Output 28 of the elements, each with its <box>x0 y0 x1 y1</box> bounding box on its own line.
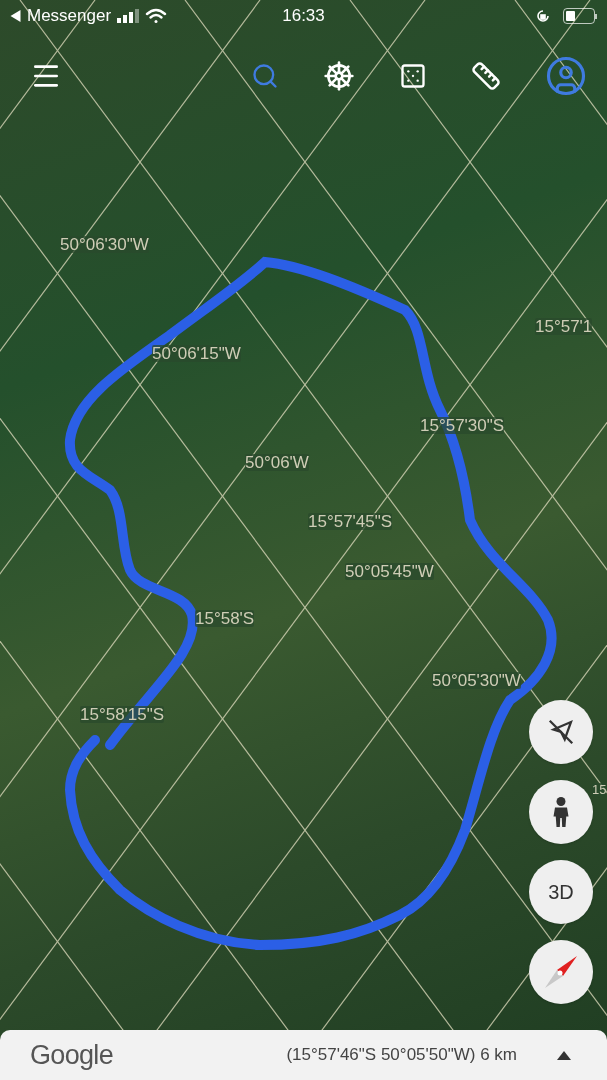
google-logo: Google <box>30 1038 113 1072</box>
back-app-label[interactable]: Messenger <box>27 3 112 29</box>
ruler-button[interactable] <box>471 61 501 91</box>
grid-coordinate-label: 15°58'15"S <box>80 706 165 723</box>
expand-up-icon <box>557 1050 571 1060</box>
person-icon <box>552 797 570 827</box>
grid-coordinate-label: 50°05'45"W <box>345 563 434 580</box>
grid-coordinate-label: 15°58'S <box>195 610 255 627</box>
dice-button[interactable] <box>399 62 427 90</box>
clock-time: 16:33 <box>282 5 325 28</box>
grid-coordinate-label: 15°57'1 <box>535 318 593 335</box>
navigation-off-icon <box>546 717 576 747</box>
grid-coordinate-label: 50°06'15"W <box>152 345 241 362</box>
back-arrow-icon <box>10 10 21 22</box>
signal-icon <box>117 9 140 23</box>
compass-needle-icon <box>543 954 579 990</box>
grid-coordinate-label: 50°06'30"W <box>60 236 149 253</box>
grid-coordinate-label: 15°57'30"S <box>420 417 505 434</box>
profile-button[interactable] <box>545 55 587 97</box>
grid-coordinate-label: 50°06'W <box>245 454 309 471</box>
battery-icon <box>563 8 597 24</box>
coordinates-scale-text: (15°57'46"S 50°05'50"W) 6 km <box>286 1044 517 1067</box>
grid-coordinate-label: 15°57'45"S <box>308 513 393 530</box>
wifi-icon <box>145 8 168 24</box>
grid-coordinate-label: 15 <box>592 783 607 796</box>
grid-coordinate-label: 50°05'30"W <box>432 672 521 689</box>
ship-wheel-button[interactable] <box>323 60 355 92</box>
rotation-lock-icon <box>535 8 551 24</box>
